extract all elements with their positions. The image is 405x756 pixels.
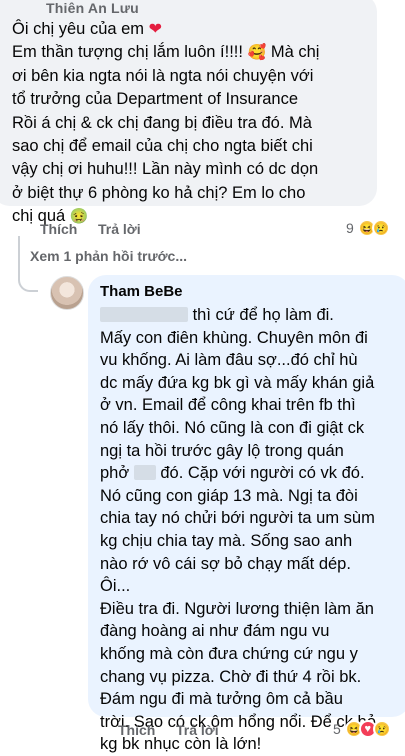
reaction-count: 9 [346, 220, 354, 236]
comment-line: vậy chị ơi huhu!!! Lần này mình có dc dọ… [12, 160, 319, 179]
comment-line: dc mấy đứa kg bk gì và mấy khán giả [100, 373, 375, 392]
comment-line: Mà chị [270, 43, 320, 62]
reaction-summary[interactable]: 9 😆 😢 [346, 219, 390, 237]
comment-author[interactable]: Thiên An Lưu [46, 0, 139, 16]
like-button[interactable]: Thích [40, 221, 77, 237]
comment-line: Ôi chị yêu của em [12, 20, 145, 38]
comment-line: phở [100, 464, 130, 483]
comment-line: kg chịu chia tay mà. Sống sao anh [100, 531, 353, 550]
reaction-summary[interactable]: 5 😆 ♥ 😢 [333, 720, 391, 738]
comment-line: Nó cũng con giáp 13 mà. Ngị ta đòi [100, 486, 358, 505]
avatar[interactable] [50, 276, 84, 310]
comment-line: nào rớ vô cái sợ bỏ chạy mất dép. [100, 554, 351, 573]
view-previous-replies-link[interactable]: Xem 1 phản hồi trước... [30, 248, 187, 264]
comment-line: Mấy con điên khùng. Chuyên môn đi [100, 328, 368, 347]
comment-author[interactable]: Tham BeBe [100, 283, 183, 300]
comment-line: Em thần tượng chị lắm luôn í!!!! [12, 43, 243, 62]
heart-emoji-icon: ❤ [148, 21, 163, 38]
comment-line: đàng hoàng ai như đám ngu vu [100, 622, 330, 641]
reply-button[interactable]: Trả lời [176, 722, 219, 738]
reaction-count: 5 [333, 721, 341, 737]
redacted-text [100, 307, 188, 322]
comment-line: sao chị để email của chị cho ngta biết c… [12, 137, 313, 156]
comment-line: vu khống. Ai làm đâu sợ...đó chỉ hù [100, 351, 358, 370]
comment-line: nó lấy thôi. Nó cũng là con đi giật ck [100, 418, 365, 437]
comment-line: chang vụ pizza. Chờ đi thứ 4 rồi bk. [100, 667, 362, 686]
reply-button[interactable]: Trả lời [98, 221, 141, 237]
comment-line: tổ trưởng của Department of Insurance [12, 90, 299, 109]
thread-connector [18, 236, 38, 292]
comment-line: ở vn. Email để công khai trên fb thì [100, 396, 356, 415]
comment-line: Ôi... [100, 577, 131, 596]
comment-line: khống mà còn đưa chứng cứ ngu y [100, 644, 358, 663]
redacted-text [133, 465, 156, 481]
smiling-hearts-emoji-icon: 🥰 [247, 44, 267, 62]
comment-line: ngị ta hồi trước gây lộ trong quán [100, 441, 344, 460]
sad-reaction-icon: 😢 [372, 720, 391, 738]
comment-line: ơi bên kia ngta nói là ngta nói chuyện v… [12, 66, 314, 85]
comment-text: thì cứ để họ làm đi. Mấy con điên khùng.… [100, 304, 400, 756]
comment-line: thì cứ để họ làm đi. [192, 306, 334, 324]
comment-text: Ôi chị yêu của em ❤ Em thần tượng chị lắ… [12, 18, 372, 229]
comment-line: ở biệt thự 6 phòng ko hả chị? Em lo cho [12, 183, 306, 202]
like-button[interactable]: Thích [118, 722, 155, 738]
comment-line: đó. Cặp với người có vk đó. [160, 464, 365, 483]
comment-line: chia tay nó chửi bới người ta um sùm [100, 509, 375, 528]
sad-reaction-icon: 😢 [371, 219, 390, 237]
comment-line: Đám ngu đi mà tưởng ôm cả bầu [100, 690, 343, 709]
comment-line: Rồi á chị & ck chị đang bị điều tra đó. … [12, 113, 312, 132]
comment-line: Điều tra đi. Người lương thiện làm ăn [100, 599, 374, 618]
